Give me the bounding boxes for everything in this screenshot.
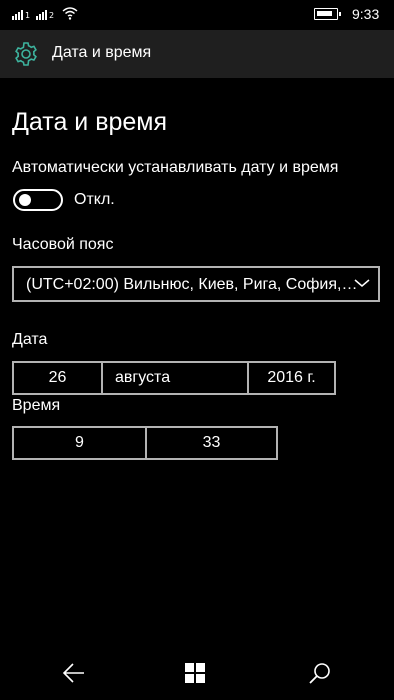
date-label: Дата <box>12 331 48 348</box>
windows-start-icon[interactable] <box>184 662 206 684</box>
auto-set-state-label: Откл. <box>74 191 115 208</box>
wifi-icon <box>62 7 78 20</box>
sim2-label: 2 <box>49 11 55 20</box>
app-header: Дата и время <box>0 30 394 78</box>
timezone-value: (UTC+02:00) Вильнюс, Киев, Рига, София,… <box>26 276 358 293</box>
time-minute-field[interactable]: 33 <box>147 428 276 458</box>
date-year-field[interactable]: 2016 г. <box>249 363 334 393</box>
signal-strength-sim2-icon: 2 <box>36 8 54 20</box>
navigation-bar <box>0 650 394 700</box>
app-title: Дата и время <box>52 44 152 61</box>
search-icon[interactable] <box>308 661 332 685</box>
toggle-knob <box>19 194 31 206</box>
back-arrow-icon[interactable] <box>62 662 86 684</box>
page-title: Дата и время <box>12 108 168 136</box>
battery-icon <box>314 8 341 20</box>
status-clock: 9:33 <box>352 6 380 22</box>
timezone-label: Часовой пояс <box>12 236 114 253</box>
time-hour-field[interactable]: 9 <box>14 428 147 458</box>
date-day-field[interactable]: 26 <box>14 363 103 393</box>
timezone-select[interactable]: (UTC+02:00) Вильнюс, Киев, Рига, София,… <box>12 266 380 302</box>
auto-set-label: Автоматически устанавливать дату и время <box>12 159 339 176</box>
auto-set-toggle[interactable] <box>13 189 63 211</box>
time-picker: 9 33 <box>12 426 278 460</box>
date-picker: 26 августа 2016 г. <box>12 361 336 395</box>
screen: 1 2 9:33 Дата и время Дата и время Автом… <box>0 0 394 700</box>
time-label: Время <box>12 397 61 414</box>
status-bar: 1 2 9:33 <box>0 0 394 30</box>
chevron-down-icon <box>354 279 370 287</box>
sim1-label: 1 <box>25 11 31 20</box>
gear-icon <box>15 42 37 66</box>
signal-strength-sim1-icon: 1 <box>12 8 30 20</box>
date-month-field[interactable]: августа <box>103 363 249 393</box>
